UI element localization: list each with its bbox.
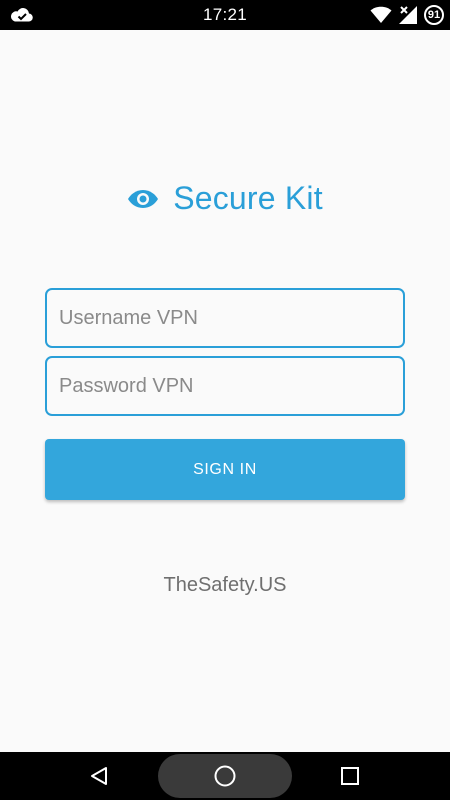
recents-button[interactable] <box>326 752 374 800</box>
wifi-icon <box>370 6 392 24</box>
status-icons: 91 <box>370 3 444 27</box>
battery-icon: 91 <box>424 5 444 25</box>
home-button[interactable] <box>201 752 249 800</box>
footer-link: TheSafety.US <box>163 574 287 596</box>
signal-icon <box>399 6 417 24</box>
back-icon <box>91 767 107 785</box>
brand-header: Secure Kit <box>0 180 450 217</box>
status-bar: 17:21 91 <box>0 0 450 30</box>
login-screen: 17:21 91 Secure Kit SIGN IN TheSafety.US <box>0 0 450 800</box>
back-button[interactable] <box>76 752 124 800</box>
battery-level: 91 <box>427 8 441 21</box>
sign-in-button[interactable]: SIGN IN <box>45 439 405 500</box>
navigation-bar <box>0 752 450 800</box>
username-input[interactable] <box>45 288 405 348</box>
home-icon <box>214 765 236 787</box>
eye-icon <box>128 189 159 208</box>
app-title: Secure Kit <box>173 180 323 216</box>
recents-icon <box>341 767 359 785</box>
password-input[interactable] <box>45 356 405 416</box>
